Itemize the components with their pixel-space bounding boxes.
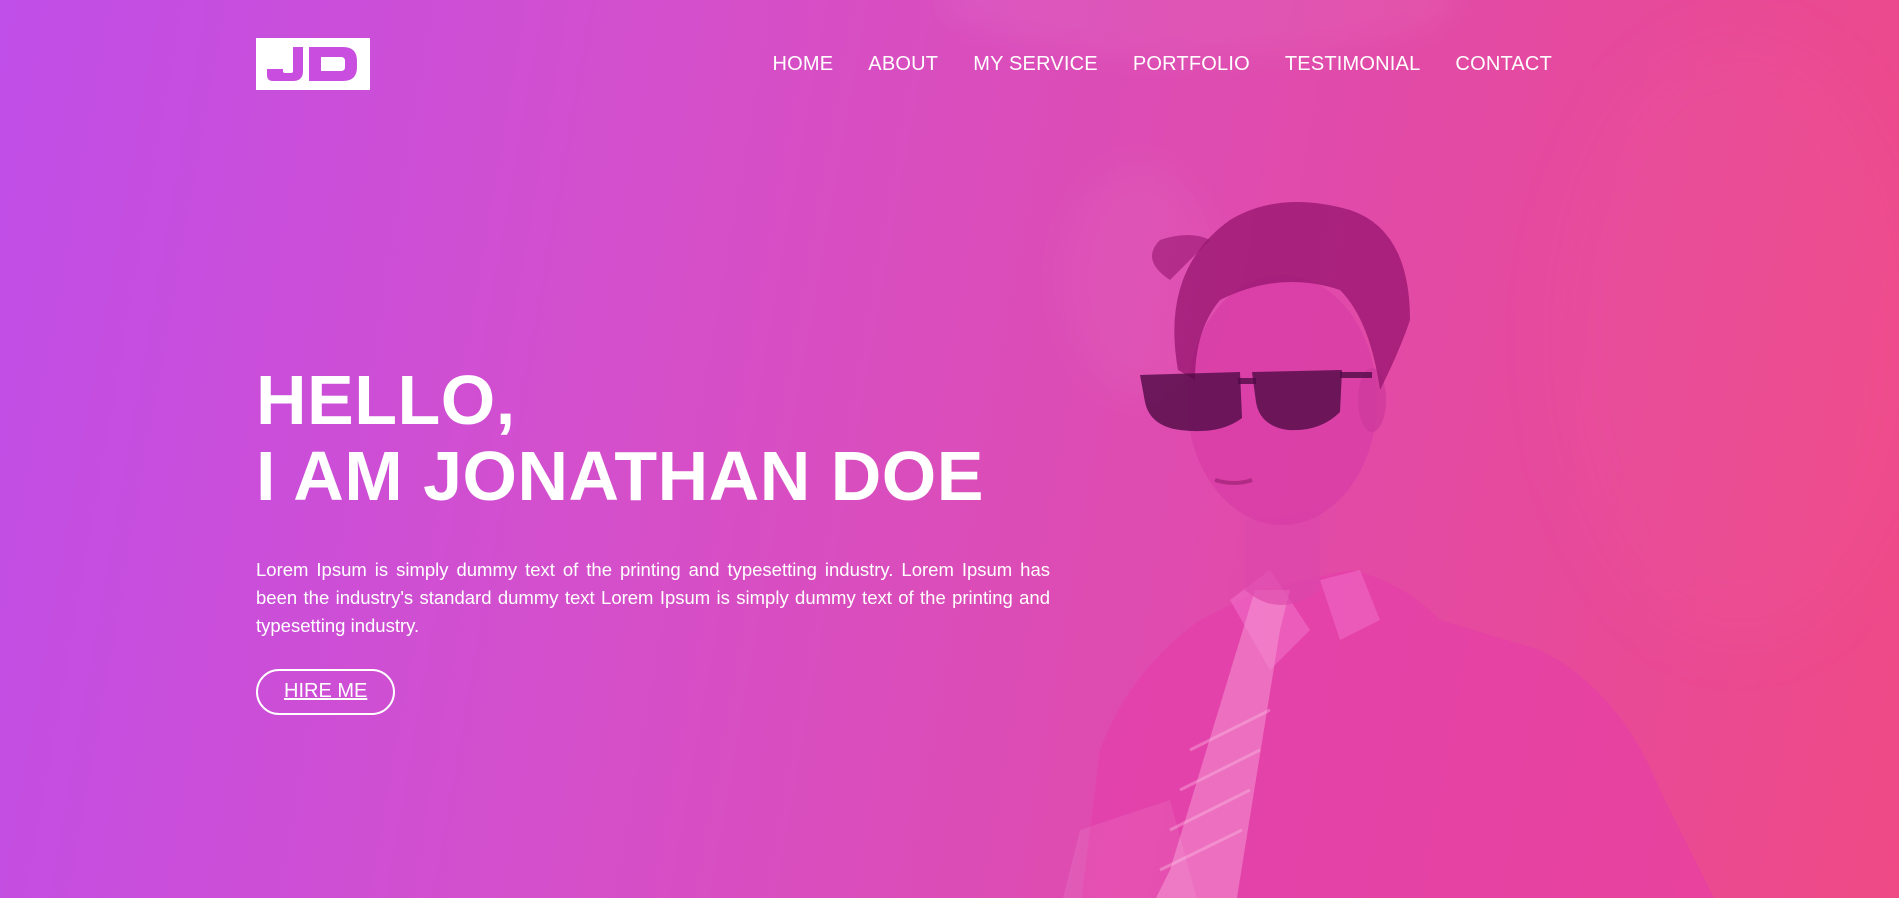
site-header: HOME ABOUT MY SERVICE PORTFOLIO TESTIMON… [256, 38, 1552, 90]
hire-me-button[interactable]: HIRE ME [256, 669, 396, 715]
nav-item-testimonial[interactable]: TESTIMONIAL [1285, 52, 1421, 76]
nav-item-about[interactable]: ABOUT [868, 52, 938, 76]
main-nav: HOME ABOUT MY SERVICE PORTFOLIO TESTIMON… [737, 52, 1552, 76]
logo[interactable] [256, 38, 370, 90]
hero-section: HOME ABOUT MY SERVICE PORTFOLIO TESTIMON… [0, 0, 1899, 898]
nav-item-contact[interactable]: CONTACT [1455, 52, 1552, 76]
hero-headline: HELLO, I AM JONATHAN DOE [256, 362, 1050, 514]
portrait-photo [1063, 202, 1714, 898]
hero-intro-text: Lorem Ipsum is simply dummy text of the … [256, 559, 1050, 636]
hero-greeting: HELLO, [256, 361, 516, 439]
jd-logo-icon [267, 47, 357, 81]
nav-item-home[interactable]: HOME [772, 52, 833, 76]
nav-item-my-service[interactable]: MY SERVICE [973, 52, 1098, 76]
hero-content: HELLO, I AM JONATHAN DOE Lorem Ipsum is … [256, 362, 1050, 715]
nav-item-portfolio[interactable]: PORTFOLIO [1133, 52, 1250, 76]
hero-name: I AM JONATHAN DOE [256, 437, 984, 515]
